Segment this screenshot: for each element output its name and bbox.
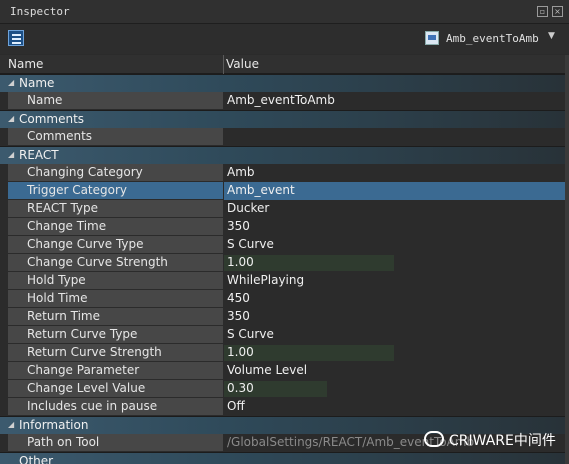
property-value[interactable]: Off [227,399,245,413]
property-row-return-curve-strength[interactable]: Return Curve Strength 1.00 [0,344,565,362]
column-separator[interactable] [223,55,224,74]
property-row-change-time[interactable]: Change Time 350 [0,218,565,236]
category-other[interactable]: Other [0,452,565,464]
list-view-icon[interactable] [8,30,24,46]
property-label: Comments [27,129,93,143]
property-value[interactable]: 1.00 [227,345,254,359]
column-header-value[interactable]: Value [226,57,259,71]
collapse-triangle-icon[interactable]: ◢ [8,114,14,123]
property-label: Change Curve Type [27,237,144,251]
property-value[interactable]: Amb_event [227,183,295,197]
property-row-change-curve-strength[interactable]: Change Curve Strength 1.00 [0,254,565,272]
property-label: Hold Type [27,273,86,287]
property-row-includes-cue-in-pause[interactable]: Includes cue in pause Off [0,398,565,416]
property-value[interactable]: 350 [227,219,250,233]
object-selector-label: Amb_eventToAmb [446,32,539,45]
property-label: Return Curve Strength [27,345,162,359]
property-value[interactable]: Amb_eventToAmb [227,93,335,107]
close-icon[interactable]: × [552,6,563,17]
property-label: Changing Category [27,165,143,179]
column-header-name[interactable]: Name [8,57,43,71]
collapse-triangle-icon[interactable]: ◢ [8,150,14,159]
property-row-change-curve-type[interactable]: Change Curve Type S Curve [0,236,565,254]
category-label: Information [19,418,89,432]
category-name[interactable]: ◢ Name [0,74,565,92]
property-value[interactable]: 1.00 [227,255,254,269]
watermark-text: CRIWARE中间件 [449,433,556,449]
property-label: Name [27,93,63,107]
category-react[interactable]: ◢ REACT [0,146,565,164]
property-value[interactable]: 350 [227,309,250,323]
category-label: Name [19,76,55,90]
grid-header: Name Value [0,55,565,74]
window-title: Inspector [10,5,70,18]
property-label: Change Parameter [27,363,140,377]
property-row-name[interactable]: Name Amb_eventToAmb [0,92,565,110]
property-label: Hold Time [27,291,88,305]
property-value[interactable]: 0.30 [227,381,254,395]
property-label: Return Curve Type [27,327,138,341]
collapse-triangle-icon[interactable]: ◢ [8,420,14,429]
property-row-change-parameter[interactable]: Change Parameter Volume Level [0,362,565,380]
property-label: Change Curve Strength [27,255,168,269]
collapse-triangle-icon[interactable]: ◢ [8,78,14,87]
property-grid: Name Value ◢ Name Name Amb_eventToAmb ◢ … [0,55,565,464]
panel-edge [565,55,569,464]
chevron-down-icon[interactable]: ▼ [548,31,555,41]
inspector-toolbar: Amb_eventToAmb ▼ [0,24,569,54]
category-comments[interactable]: ◢ Comments [0,110,565,128]
property-row-react-type[interactable]: REACT Type Ducker [0,200,565,218]
property-row-trigger-category[interactable]: Trigger Category Amb_event [0,182,565,200]
property-row-changing-category[interactable]: Changing Category Amb [0,164,565,182]
property-value[interactable]: Ducker [227,201,269,215]
react-object-icon [425,31,439,45]
property-label: Return Time [27,309,101,323]
property-value[interactable]: 450 [227,291,250,305]
restore-icon[interactable]: ▫ [537,6,548,17]
object-selector[interactable]: Amb_eventToAmb ▼ [422,29,562,49]
wechat-icon [424,431,444,447]
property-value[interactable]: S Curve [227,237,274,251]
property-value[interactable]: Volume Level [227,363,307,377]
property-value[interactable]: WhilePlaying [227,273,304,287]
property-label: Path on Tool [27,435,100,449]
category-label: Other [19,454,54,464]
category-label: REACT [19,148,59,162]
property-value[interactable]: Amb [227,165,255,179]
property-row-return-time[interactable]: Return Time 350 [0,308,565,326]
property-row-return-curve-type[interactable]: Return Curve Type S Curve [0,326,565,344]
property-label: Includes cue in pause [27,399,158,413]
property-label: Change Level Value [27,381,146,395]
property-row-hold-type[interactable]: Hold Type WhilePlaying [0,272,565,290]
category-label: Comments [19,112,85,126]
property-row-comments[interactable]: Comments [0,128,565,146]
inspector-title-bar: Inspector ▫ × [0,0,569,24]
property-label: REACT Type [27,201,99,215]
property-row-change-level-value[interactable]: Change Level Value 0.30 [0,380,565,398]
property-row-hold-time[interactable]: Hold Time 450 [0,290,565,308]
property-label: Change Time [27,219,107,233]
property-value[interactable]: S Curve [227,327,274,341]
property-label: Trigger Category [27,183,128,197]
